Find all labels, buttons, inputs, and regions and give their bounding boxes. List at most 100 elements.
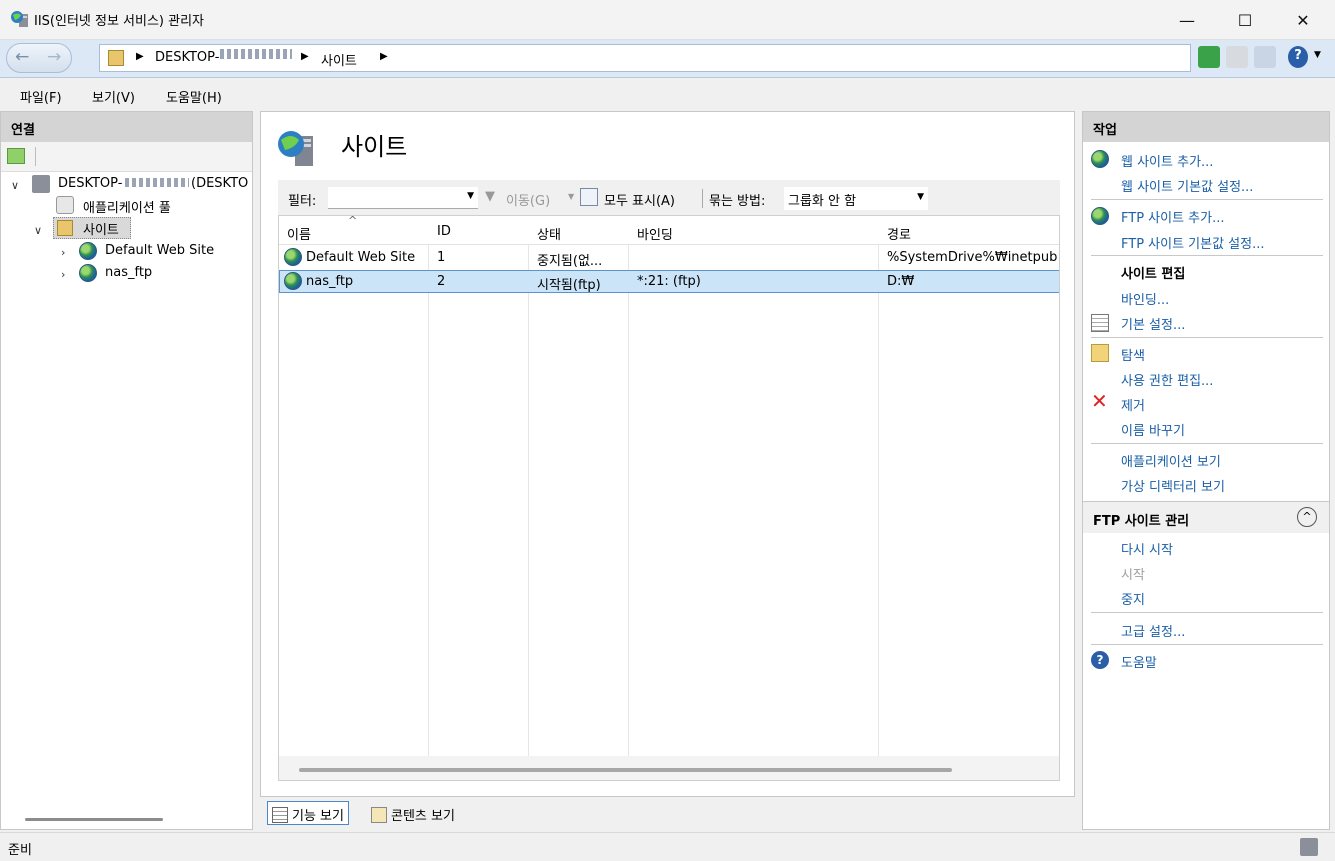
expand-chevron-icon[interactable]: › xyxy=(61,246,65,259)
separator xyxy=(1091,644,1323,645)
filter-dropdown-icon[interactable]: ▼ xyxy=(467,191,474,201)
view-virtual-dirs-link[interactable]: 가상 디렉터리 보기 xyxy=(1121,476,1225,495)
restart-link[interactable]: 다시 시작 xyxy=(1121,539,1173,558)
address-row: ← → ▶ DESKTOP- ▶ 사이트 ▶ ? ▼ xyxy=(0,40,1335,78)
add-ftp-icon xyxy=(1091,207,1109,225)
sites-globe-icon xyxy=(275,126,315,166)
cell-id: 1 xyxy=(437,250,446,265)
page-title: 사이트 xyxy=(341,133,408,161)
crumb-sites[interactable]: 사이트 xyxy=(321,50,357,69)
basic-settings-icon xyxy=(1091,314,1109,332)
separator xyxy=(1091,612,1323,613)
tab-features-view[interactable]: 기능 보기 xyxy=(267,801,349,825)
view-applications-link[interactable]: 애플리케이션 보기 xyxy=(1121,451,1221,470)
separator xyxy=(1091,443,1323,444)
rename-link[interactable]: 이름 바꾸기 xyxy=(1121,420,1185,439)
close-button[interactable]: ✕ xyxy=(1274,0,1332,40)
server-status-icon xyxy=(1300,838,1318,856)
globe-icon xyxy=(79,242,97,260)
globe-icon xyxy=(284,248,302,266)
collapse-chevron-icon[interactable]: ∨ xyxy=(34,224,42,237)
bindings-link[interactable]: 바인딩... xyxy=(1121,289,1169,308)
content-view-icon xyxy=(371,806,387,823)
group-by-select[interactable]: 그룹화 안 함 ▼ xyxy=(784,187,928,210)
ftp-manage-header: FTP 사이트 관리 xyxy=(1093,514,1190,529)
tree-server[interactable]: DESKTOP- xyxy=(58,176,122,191)
table-row[interactable]: Default Web Site 1 중지됨(없... %SystemDrive… xyxy=(279,246,1059,269)
column-header-binding[interactable]: 바인딩 xyxy=(637,224,673,243)
add-ftp-site-link[interactable]: FTP 사이트 추가... xyxy=(1121,207,1225,226)
help-link[interactable]: 도움말 xyxy=(1121,652,1157,671)
filter-input[interactable]: ▼ xyxy=(328,187,478,209)
stop-link[interactable]: 중지 xyxy=(1121,589,1145,608)
sites-folder-icon xyxy=(57,220,73,236)
home-icon[interactable] xyxy=(1254,46,1276,68)
go-button[interactable]: 이동(G) xyxy=(506,190,550,209)
stop-icon[interactable] xyxy=(1226,46,1248,68)
forward-arrow-icon[interactable]: → xyxy=(47,47,61,67)
cell-id: 2 xyxy=(437,274,446,289)
app-pool-icon xyxy=(56,196,74,214)
column-header-id[interactable]: ID xyxy=(437,224,451,239)
tree-site-nas-ftp[interactable]: nas_ftp xyxy=(105,265,152,280)
funnel-icon: ▼ xyxy=(485,189,495,204)
menu-help[interactable]: 도움말(H) xyxy=(166,87,222,106)
edit-site-header: 사이트 편집 xyxy=(1121,267,1186,282)
go-dropdown-icon[interactable]: ▼ xyxy=(568,192,574,201)
column-header-status[interactable]: 상태 xyxy=(537,224,561,243)
menu-bar: 파일(F) 보기(V) 도움말(H) xyxy=(0,79,1335,109)
column-header-path[interactable]: 경로 xyxy=(887,224,911,243)
table-header: ^ 이름 ID 상태 바인딩 경로 xyxy=(279,216,1059,245)
basic-settings-link[interactable]: 기본 설정... xyxy=(1121,314,1185,333)
advanced-settings-link[interactable]: 고급 설정... xyxy=(1121,621,1185,640)
collapse-section-icon[interactable]: ^ xyxy=(1297,507,1317,527)
collapse-chevron-icon[interactable]: ∨ xyxy=(11,179,19,192)
remove-link[interactable]: 제거 xyxy=(1121,395,1145,414)
help-icon[interactable]: ? xyxy=(1288,46,1308,68)
tab-content-view[interactable]: 콘텐츠 보기 xyxy=(367,801,459,825)
minimize-button[interactable]: — xyxy=(1158,0,1216,40)
crumb-arrow-icon: ▶ xyxy=(136,51,144,62)
crumb-server[interactable]: DESKTOP- xyxy=(155,50,219,65)
expand-chevron-icon[interactable]: › xyxy=(61,268,65,281)
group-by-value: 그룹화 안 함 xyxy=(788,194,857,209)
cell-binding: *:21: (ftp) xyxy=(637,274,701,289)
content-view-label: 콘텐츠 보기 xyxy=(391,809,455,824)
globe-icon xyxy=(284,272,302,290)
separator xyxy=(1091,337,1323,338)
filter-label: 필터: xyxy=(288,194,317,209)
column-header-name[interactable]: 이름 xyxy=(287,224,311,243)
show-all-button[interactable]: 모두 표시(A) xyxy=(604,190,675,209)
tree-site-default[interactable]: Default Web Site xyxy=(105,243,214,258)
connections-toolbar xyxy=(1,142,252,172)
features-view-label: 기능 보기 xyxy=(292,809,344,824)
server-icon xyxy=(32,175,50,193)
back-arrow-icon[interactable]: ← xyxy=(15,47,29,67)
web-site-defaults-link[interactable]: 웹 사이트 기본값 설정... xyxy=(1121,176,1253,195)
table-horizontal-scrollbar[interactable] xyxy=(299,768,952,772)
group-by-label: 묶는 방법: xyxy=(709,194,766,209)
refresh-icon[interactable] xyxy=(1198,46,1220,68)
help-icon: ? xyxy=(1091,651,1109,669)
address-bar[interactable]: ▶ DESKTOP- ▶ 사이트 ▶ xyxy=(99,44,1191,72)
connections-header: 연결 xyxy=(1,112,252,142)
actions-header: 작업 xyxy=(1083,112,1329,142)
tree-sites[interactable]: 사이트 xyxy=(83,219,119,238)
tree-app-pool[interactable]: 애플리케이션 풀 xyxy=(83,197,171,216)
explore-link[interactable]: 탐색 xyxy=(1121,345,1145,364)
connect-icon[interactable] xyxy=(7,148,25,164)
cell-name: nas_ftp xyxy=(306,274,354,289)
cell-status: 시작됨(ftp) xyxy=(537,278,601,293)
menu-view[interactable]: 보기(V) xyxy=(92,87,135,106)
redacted-name xyxy=(220,49,292,59)
horizontal-scrollbar[interactable] xyxy=(25,818,163,821)
help-dropdown-icon[interactable]: ▼ xyxy=(1314,50,1321,60)
ftp-site-defaults-link[interactable]: FTP 사이트 기본값 설정... xyxy=(1121,233,1265,252)
group-dropdown-icon[interactable]: ▼ xyxy=(917,192,924,202)
maximize-button[interactable]: ☐ xyxy=(1216,0,1274,40)
table-row-selected[interactable]: nas_ftp 2 시작됨(ftp) *:21: (ftp) D:₩ xyxy=(279,270,1059,293)
menu-file[interactable]: 파일(F) xyxy=(20,87,62,106)
add-web-site-link[interactable]: 웹 사이트 추가... xyxy=(1121,151,1213,170)
edit-permissions-link[interactable]: 사용 권한 편집... xyxy=(1121,370,1213,389)
ftp-manage-section-header: FTP 사이트 관리 ^ xyxy=(1083,501,1329,533)
